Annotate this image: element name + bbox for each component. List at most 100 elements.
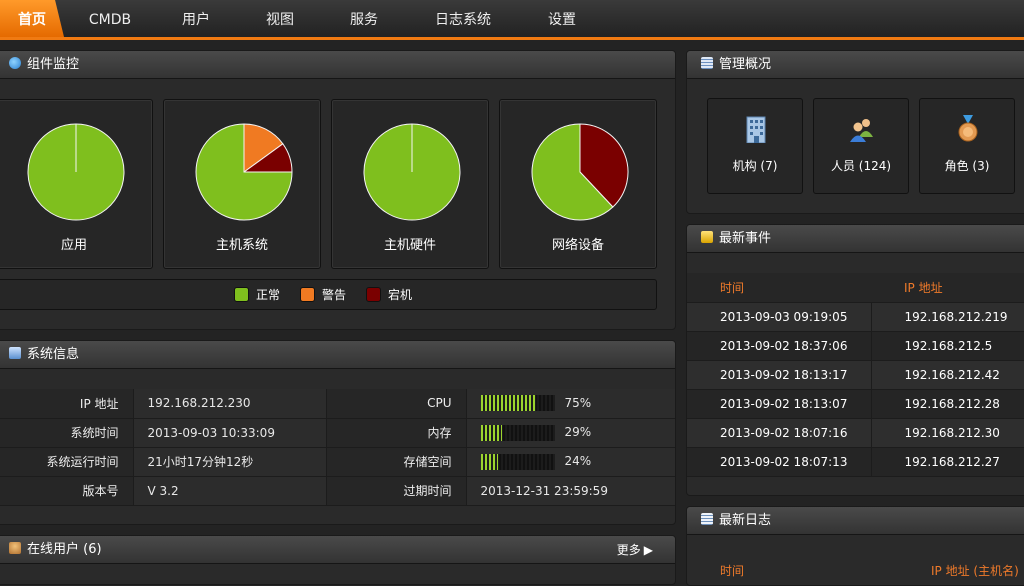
- role-label: 角色 (3): [944, 159, 990, 173]
- storage-value: 24%: [564, 454, 592, 468]
- org-tile[interactable]: 机构 (7): [707, 98, 803, 194]
- chart-tile-app[interactable]: 应用: [0, 99, 153, 269]
- table-row: IP 地址 192.168.212.230 CPU 75%: [0, 389, 675, 419]
- nav-views[interactable]: 视图: [250, 0, 310, 37]
- nav-cmdb[interactable]: CMDB: [80, 0, 140, 37]
- cpu-value: 75%: [564, 395, 592, 410]
- system-time-key: 系统时间: [0, 418, 134, 448]
- event-ip: 192.168.212.30: [871, 418, 1024, 448]
- top-navigation: 首页 CMDB 用户 视图 服务 日志系统 设置: [0, 0, 1024, 40]
- version-key: 版本号: [0, 476, 134, 506]
- management-title: 管理概况: [719, 57, 772, 72]
- event-time: 2013-09-02 18:13:07: [687, 389, 872, 419]
- chart-legend: 正常 警告 宕机: [0, 279, 657, 310]
- storage-cell: 24%: [466, 447, 675, 477]
- component-monitor-header: 组件监控: [0, 51, 675, 79]
- event-time: 2013-09-02 18:07:13: [687, 447, 872, 477]
- latest-logs-panel: 最新日志 时间 IP 地址 (主机名): [686, 506, 1024, 586]
- legend-label-normal: 正常: [256, 288, 281, 302]
- event-ip: 192.168.212.27: [871, 447, 1024, 477]
- memory-meter-fill: [480, 424, 502, 441]
- storage-key: 存储空间: [326, 447, 467, 477]
- chart-label: 主机系统: [215, 238, 268, 253]
- personnel-label: 人员 (124): [830, 159, 892, 173]
- component-monitor-title: 组件监控: [27, 57, 80, 72]
- medal-icon: [958, 115, 978, 142]
- event-icon: [701, 231, 713, 243]
- more-link[interactable]: 更多 ▶: [617, 536, 653, 564]
- uptime-key: 系统运行时间: [0, 447, 134, 477]
- management-panel: 管理概况 机构 (7) 人员 (124) 角色 (3): [686, 50, 1024, 214]
- nav-settings[interactable]: 设置: [532, 0, 592, 37]
- system-time-value: 2013-09-03 10:33:09: [133, 418, 327, 448]
- table-row[interactable]: 2013-09-02 18:37:06 192.168.212.5: [687, 331, 1024, 361]
- table-row[interactable]: 2013-09-02 18:07:13 192.168.212.27: [687, 447, 1024, 477]
- log-icon: [701, 513, 713, 525]
- legend-swatch-down: [366, 287, 381, 302]
- legend-label-down: 宕机: [388, 288, 413, 302]
- list-icon: [701, 57, 713, 69]
- events-table: 时间 IP 地址 2013-09-03 09:19:05 192.168.212.…: [687, 273, 1024, 477]
- event-ip: 192.168.212.42: [871, 360, 1024, 390]
- latest-events-panel: 最新事件 时间 IP 地址 2013-09-03 09:19:05 192.168…: [686, 224, 1024, 496]
- memory-value: 29%: [564, 425, 592, 439]
- pie-chart: [363, 123, 461, 221]
- chart-tile-host-hardware[interactable]: 主机硬件: [331, 99, 489, 269]
- event-time: 2013-09-02 18:07:16: [687, 418, 872, 448]
- personnel-tile[interactable]: 人员 (124): [813, 98, 909, 194]
- org-label: 机构 (7): [732, 159, 778, 173]
- storage-meter: [480, 453, 555, 470]
- expiry-value: 2013-12-31 23:59:59: [466, 476, 675, 506]
- building-icon: [746, 116, 766, 143]
- latest-events-title: 最新事件: [719, 231, 772, 246]
- chart-label: 应用: [60, 238, 87, 253]
- online-users-panel: 在线用户 (6) 更多 ▶: [0, 535, 676, 585]
- people-icon: [850, 119, 873, 142]
- table-row[interactable]: 2013-09-03 09:19:05 192.168.212.219: [687, 302, 1024, 332]
- ip-key: IP 地址: [0, 389, 134, 419]
- event-ip: 192.168.212.28: [871, 389, 1024, 419]
- more-label: 更多: [616, 543, 641, 557]
- system-info-table: IP 地址 192.168.212.230 CPU 75% 系统时间 2013-…: [0, 389, 675, 506]
- online-users-title: 在线用户 (6): [27, 542, 102, 557]
- expiry-key: 过期时间: [326, 476, 467, 506]
- role-tile[interactable]: 角色 (3): [919, 98, 1015, 194]
- event-ip: 192.168.212.219: [871, 302, 1024, 332]
- event-time: 2013-09-02 18:13:17: [687, 360, 872, 390]
- time-header: 时间: [687, 273, 871, 303]
- legend-label-warning: 警告: [322, 288, 347, 302]
- cpu-cell: 75%: [466, 389, 675, 419]
- table-row: 版本号 V 3.2 过期时间 2013-12-31 23:59:59: [0, 476, 675, 506]
- chart-tile-network-device[interactable]: 网络设备: [499, 99, 657, 269]
- legend-swatch-normal: [234, 287, 249, 302]
- online-users-header: 在线用户 (6) 更多 ▶: [0, 536, 675, 564]
- log-ip-header: IP 地址 (主机名): [931, 564, 1019, 578]
- cpu-key: CPU: [326, 389, 467, 419]
- event-time: 2013-09-02 18:37:06: [687, 331, 872, 361]
- pie-chart-icon: [9, 57, 21, 69]
- nav-home[interactable]: 首页: [0, 0, 64, 37]
- system-info-header: 系统信息: [0, 341, 675, 369]
- event-ip: 192.168.212.5: [871, 331, 1024, 361]
- table-row[interactable]: 2013-09-02 18:07:16 192.168.212.30: [687, 418, 1024, 448]
- nav-users[interactable]: 用户: [166, 0, 226, 37]
- log-time-header: 时间: [720, 564, 745, 578]
- latest-logs-header: 最新日志: [687, 507, 1024, 535]
- legend-swatch-warning: [300, 287, 315, 302]
- management-header: 管理概况: [687, 51, 1024, 79]
- latest-events-header: 最新事件: [687, 225, 1024, 253]
- system-info-title: 系统信息: [27, 347, 80, 362]
- uptime-value: 21小时17分钟12秒: [133, 447, 327, 477]
- storage-meter-fill: [480, 453, 499, 470]
- nav-log-system[interactable]: 日志系统: [424, 0, 502, 37]
- cpu-meter-fill: [480, 395, 536, 412]
- chart-tile-host-system[interactable]: 主机系统: [163, 99, 321, 269]
- chart-label: 主机硬件: [383, 238, 436, 253]
- table-row[interactable]: 2013-09-02 18:13:17 192.168.212.42: [687, 360, 1024, 390]
- caret-right-icon: ▶: [643, 543, 653, 557]
- component-monitor-panel: 组件监控 应用 主机系统 主机硬件 网络设备 正常 警告 宕机: [0, 50, 676, 330]
- ip-value: 192.168.212.230: [133, 389, 327, 419]
- nav-services[interactable]: 服务: [334, 0, 394, 37]
- table-header-row: 时间 IP 地址: [687, 273, 1024, 303]
- table-row[interactable]: 2013-09-02 18:13:07 192.168.212.28: [687, 389, 1024, 419]
